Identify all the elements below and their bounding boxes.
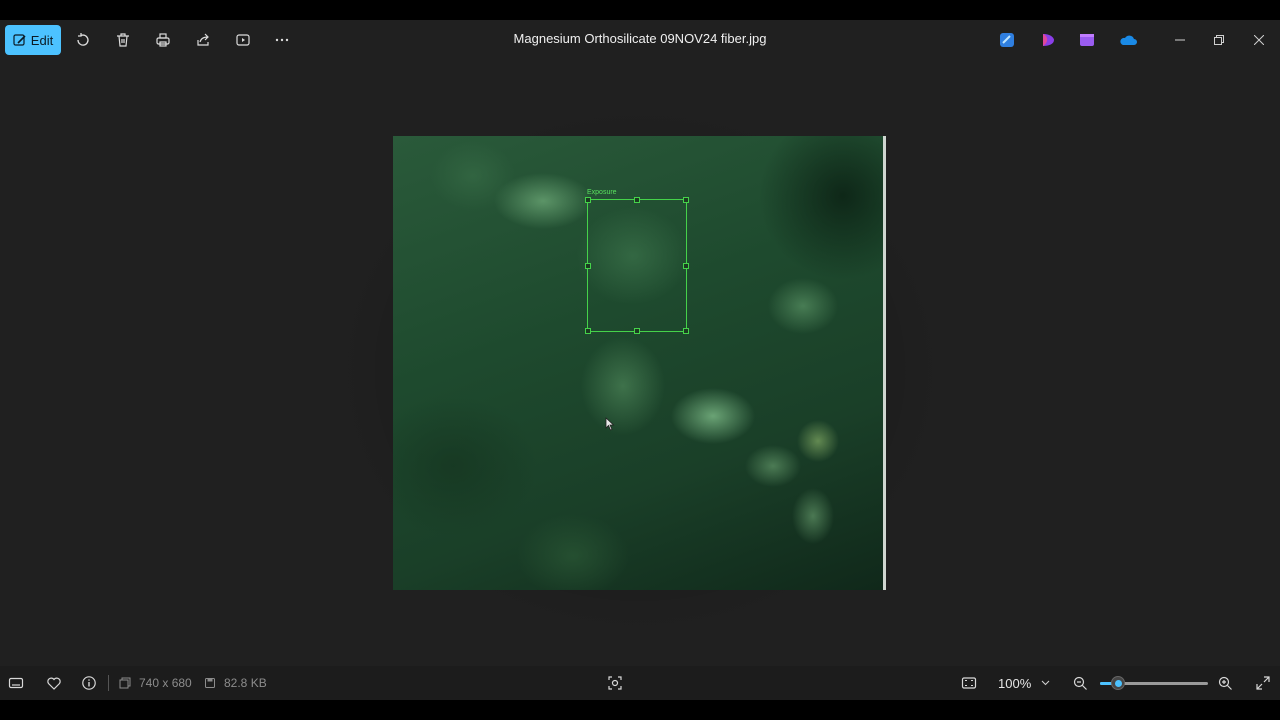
designer-app-icon[interactable] <box>999 32 1015 48</box>
window-title: Magnesium Orthosilicate 09NOV24 fiber.jp… <box>513 31 767 46</box>
onedrive-icon[interactable] <box>1119 32 1137 48</box>
clipchamp-icon[interactable] <box>1040 32 1056 48</box>
file-info-button[interactable] <box>79 673 99 693</box>
resize-handle[interactable] <box>585 197 591 203</box>
zoom-slider-thumb[interactable] <box>1111 676 1125 690</box>
chevron-down-icon[interactable] <box>1041 680 1050 686</box>
dimensions-icon <box>119 677 131 689</box>
more-button[interactable] <box>266 25 298 55</box>
delete-icon <box>117 33 129 47</box>
resize-handle[interactable] <box>683 197 689 203</box>
exposure-selection-box[interactable] <box>587 199 687 332</box>
restore-icon <box>1214 35 1224 45</box>
file-size: 82.8 KB <box>224 676 267 690</box>
edit-button-label: Edit <box>30 32 54 48</box>
filmstrip-button[interactable] <box>6 673 26 693</box>
visual-search-icon <box>608 676 622 690</box>
restore-button[interactable] <box>1199 20 1239 60</box>
more-icon <box>275 38 289 42</box>
edit-button[interactable]: Edit <box>5 25 61 55</box>
photo-canvas[interactable]: Exposure <box>393 136 885 590</box>
toolbar: Edit Magnesium Orthosilicate 09NOV24 fib… <box>0 20 1280 60</box>
clipchamp-video-icon[interactable] <box>1079 32 1095 48</box>
info-icon <box>82 676 96 690</box>
minimize-button[interactable] <box>1160 20 1200 60</box>
resize-handle[interactable] <box>634 328 640 334</box>
filmstrip-icon <box>8 677 24 689</box>
print-icon <box>156 33 170 47</box>
exposure-label: Exposure <box>587 189 617 196</box>
mouse-pointer-icon <box>605 417 615 431</box>
resize-handle[interactable] <box>634 197 640 203</box>
fit-to-window-button[interactable] <box>959 673 979 693</box>
expand-icon <box>1256 676 1270 690</box>
print-button[interactable] <box>147 25 179 55</box>
fit-to-window-icon <box>961 677 977 689</box>
share-button[interactable] <box>187 25 219 55</box>
close-button[interactable] <box>1239 20 1279 60</box>
resize-handle[interactable] <box>683 328 689 334</box>
zoom-slider[interactable] <box>1100 676 1208 690</box>
image-edge <box>883 136 886 590</box>
share-icon <box>197 33 209 46</box>
resize-handle[interactable] <box>585 263 591 269</box>
delete-button[interactable] <box>107 25 139 55</box>
photos-app-window: Edit Magnesium Orthosilicate 09NOV24 fib… <box>0 20 1280 700</box>
zoom-out-button[interactable] <box>1070 673 1090 693</box>
file-size-icon <box>205 678 215 688</box>
close-icon <box>1254 35 1264 45</box>
zoom-in-icon <box>1218 676 1232 690</box>
slideshow-button[interactable] <box>227 25 259 55</box>
rotate-icon <box>77 33 89 46</box>
slideshow-icon <box>236 34 250 46</box>
minimize-icon <box>1175 39 1185 41</box>
zoom-out-icon <box>1073 676 1087 690</box>
zoom-level[interactable]: 100% <box>998 676 1031 691</box>
rotate-button[interactable] <box>67 25 99 55</box>
zoom-in-button[interactable] <box>1215 673 1235 693</box>
visual-search-button[interactable] <box>605 673 625 693</box>
full-screen-button[interactable] <box>1253 673 1273 693</box>
status-divider <box>108 675 109 691</box>
edit-image-icon <box>13 34 26 46</box>
status-bar: 740 x 680 82.8 KB 100% <box>0 666 1280 700</box>
favorite-button[interactable] <box>44 673 64 693</box>
resize-handle[interactable] <box>683 263 689 269</box>
heart-icon <box>47 677 61 690</box>
resize-handle[interactable] <box>585 328 591 334</box>
image-dimensions: 740 x 680 <box>139 676 192 690</box>
